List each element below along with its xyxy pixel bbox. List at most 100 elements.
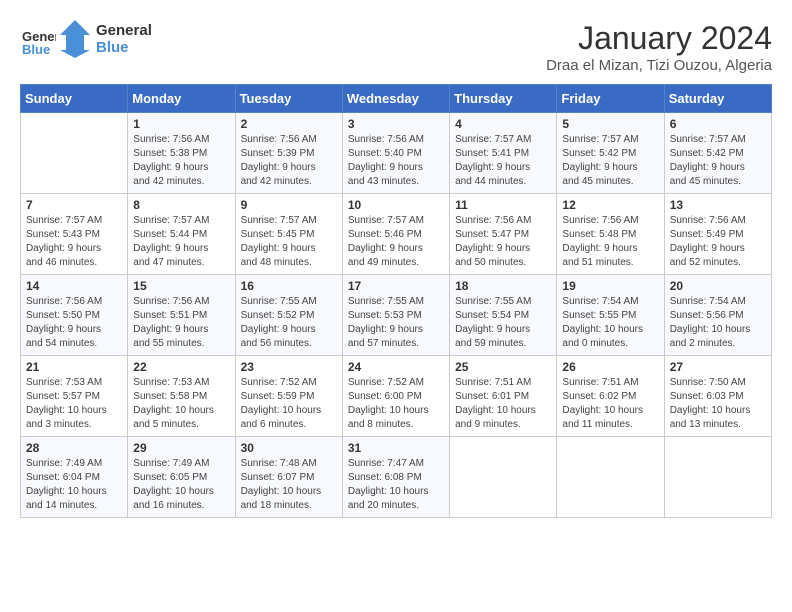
logo-bird-icon: [60, 20, 90, 58]
month-title: January 2024: [546, 20, 772, 57]
logo-text-line2: Blue: [96, 39, 152, 56]
calendar-cell: [664, 437, 771, 518]
calendar-cell: 9 Sunrise: 7:57 AM Sunset: 5:45 PM Daylig…: [235, 194, 342, 275]
calendar-cell: 5 Sunrise: 7:57 AM Sunset: 5:42 PM Daylig…: [557, 113, 664, 194]
day-info: Sunrise: 7:56 AM Sunset: 5:47 PM Dayligh…: [455, 214, 551, 270]
calendar-cell: 23 Sunrise: 7:52 AM Sunset: 5:59 PM Dayli…: [235, 356, 342, 437]
day-info: Sunrise: 7:56 AM Sunset: 5:49 PM Dayligh…: [670, 214, 766, 270]
day-number: 26: [562, 360, 658, 374]
column-header-saturday: Saturday: [664, 85, 771, 113]
calendar-cell: 30 Sunrise: 7:48 AM Sunset: 6:07 PM Dayli…: [235, 437, 342, 518]
day-info: Sunrise: 7:54 AM Sunset: 5:55 PM Dayligh…: [562, 295, 658, 351]
column-header-tuesday: Tuesday: [235, 85, 342, 113]
column-header-friday: Friday: [557, 85, 664, 113]
day-number: 5: [562, 117, 658, 131]
day-number: 29: [133, 441, 229, 455]
day-info: Sunrise: 7:48 AM Sunset: 6:07 PM Dayligh…: [241, 457, 337, 513]
day-info: Sunrise: 7:56 AM Sunset: 5:50 PM Dayligh…: [26, 295, 122, 351]
day-number: 17: [348, 279, 444, 293]
calendar-cell: 31Sunrise: 7:47 AM Sunset: 6:08 PM Dayli…: [342, 437, 449, 518]
day-number: 7: [26, 198, 122, 212]
location-subtitle: Draa el Mizan, Tizi Ouzou, Algeria: [546, 57, 772, 74]
logo-text-line1: General: [96, 22, 152, 39]
calendar-cell: 11 Sunrise: 7:56 AM Sunset: 5:47 PM Dayli…: [450, 194, 557, 275]
day-number: 9: [241, 198, 337, 212]
calendar-cell: 21Sunrise: 7:53 AM Sunset: 5:57 PM Dayli…: [21, 356, 128, 437]
day-info: Sunrise: 7:56 AM Sunset: 5:48 PM Dayligh…: [562, 214, 658, 270]
calendar-cell: 14Sunrise: 7:56 AM Sunset: 5:50 PM Dayli…: [21, 275, 128, 356]
day-info: Sunrise: 7:56 AM Sunset: 5:38 PM Dayligh…: [133, 133, 229, 189]
calendar-cell: 15Sunrise: 7:56 AM Sunset: 5:51 PM Dayli…: [128, 275, 235, 356]
column-header-wednesday: Wednesday: [342, 85, 449, 113]
calendar-table: SundayMondayTuesdayWednesdayThursdayFrid…: [20, 84, 772, 518]
column-header-sunday: Sunday: [21, 85, 128, 113]
day-info: Sunrise: 7:56 AM Sunset: 5:40 PM Dayligh…: [348, 133, 444, 189]
calendar-week-2: 7Sunrise: 7:57 AM Sunset: 5:43 PM Daylig…: [21, 194, 772, 275]
day-info: Sunrise: 7:57 AM Sunset: 5:42 PM Dayligh…: [562, 133, 658, 189]
day-info: Sunrise: 7:52 AM Sunset: 5:59 PM Dayligh…: [241, 376, 337, 432]
day-info: Sunrise: 7:51 AM Sunset: 6:01 PM Dayligh…: [455, 376, 551, 432]
day-number: 25: [455, 360, 551, 374]
day-number: 10: [348, 198, 444, 212]
calendar-cell: 8 Sunrise: 7:57 AM Sunset: 5:44 PM Daylig…: [128, 194, 235, 275]
calendar-cell: 25 Sunrise: 7:51 AM Sunset: 6:01 PM Dayli…: [450, 356, 557, 437]
calendar-cell: 6 Sunrise: 7:57 AM Sunset: 5:42 PM Daylig…: [664, 113, 771, 194]
day-info: Sunrise: 7:57 AM Sunset: 5:42 PM Dayligh…: [670, 133, 766, 189]
day-number: 8: [133, 198, 229, 212]
day-number: 19: [562, 279, 658, 293]
day-number: 2: [241, 117, 337, 131]
day-info: Sunrise: 7:50 AM Sunset: 6:03 PM Dayligh…: [670, 376, 766, 432]
calendar-week-4: 21Sunrise: 7:53 AM Sunset: 5:57 PM Dayli…: [21, 356, 772, 437]
page-header: General Blue General Blue January 2024 D…: [20, 20, 772, 74]
day-info: Sunrise: 7:55 AM Sunset: 5:52 PM Dayligh…: [241, 295, 337, 351]
day-info: Sunrise: 7:55 AM Sunset: 5:54 PM Dayligh…: [455, 295, 551, 351]
day-info: Sunrise: 7:57 AM Sunset: 5:41 PM Dayligh…: [455, 133, 551, 189]
day-number: 27: [670, 360, 766, 374]
calendar-cell: 28 Sunrise: 7:49 AM Sunset: 6:04 PM Dayli…: [21, 437, 128, 518]
calendar-body: 1 Sunrise: 7:56 AM Sunset: 5:38 PM Daylig…: [21, 113, 772, 518]
calendar-cell: 17 Sunrise: 7:55 AM Sunset: 5:53 PM Dayli…: [342, 275, 449, 356]
column-header-thursday: Thursday: [450, 85, 557, 113]
column-header-monday: Monday: [128, 85, 235, 113]
day-info: Sunrise: 7:49 AM Sunset: 6:05 PM Dayligh…: [133, 457, 229, 513]
calendar-cell: 2Sunrise: 7:56 AM Sunset: 5:39 PM Daylig…: [235, 113, 342, 194]
day-number: 31: [348, 441, 444, 455]
calendar-cell: 10 Sunrise: 7:57 AM Sunset: 5:46 PM Dayli…: [342, 194, 449, 275]
calendar-cell: [450, 437, 557, 518]
day-number: 20: [670, 279, 766, 293]
calendar-cell: 22 Sunrise: 7:53 AM Sunset: 5:58 PM Dayli…: [128, 356, 235, 437]
day-info: Sunrise: 7:51 AM Sunset: 6:02 PM Dayligh…: [562, 376, 658, 432]
day-number: 1: [133, 117, 229, 131]
day-info: Sunrise: 7:55 AM Sunset: 5:53 PM Dayligh…: [348, 295, 444, 351]
day-info: Sunrise: 7:49 AM Sunset: 6:04 PM Dayligh…: [26, 457, 122, 513]
day-number: 13: [670, 198, 766, 212]
day-number: 3: [348, 117, 444, 131]
day-info: Sunrise: 7:53 AM Sunset: 5:58 PM Dayligh…: [133, 376, 229, 432]
calendar-cell: 12 Sunrise: 7:56 AM Sunset: 5:48 PM Dayli…: [557, 194, 664, 275]
calendar-header: SundayMondayTuesdayWednesdayThursdayFrid…: [21, 85, 772, 113]
calendar-cell: 13 Sunrise: 7:56 AM Sunset: 5:49 PM Dayli…: [664, 194, 771, 275]
calendar-week-1: 1 Sunrise: 7:56 AM Sunset: 5:38 PM Daylig…: [21, 113, 772, 194]
day-number: 6: [670, 117, 766, 131]
calendar-cell: 18 Sunrise: 7:55 AM Sunset: 5:54 PM Dayli…: [450, 275, 557, 356]
day-number: 18: [455, 279, 551, 293]
day-info: Sunrise: 7:57 AM Sunset: 5:46 PM Dayligh…: [348, 214, 444, 270]
day-info: Sunrise: 7:56 AM Sunset: 5:51 PM Dayligh…: [133, 295, 229, 351]
day-info: Sunrise: 7:52 AM Sunset: 6:00 PM Dayligh…: [348, 376, 444, 432]
logo-icon: General Blue: [20, 21, 56, 57]
svg-text:Blue: Blue: [22, 42, 50, 57]
calendar-cell: 27 Sunrise: 7:50 AM Sunset: 6:03 PM Dayli…: [664, 356, 771, 437]
day-number: 30: [241, 441, 337, 455]
day-info: Sunrise: 7:57 AM Sunset: 5:44 PM Dayligh…: [133, 214, 229, 270]
calendar-cell: [21, 113, 128, 194]
day-info: Sunrise: 7:53 AM Sunset: 5:57 PM Dayligh…: [26, 376, 122, 432]
day-number: 16: [241, 279, 337, 293]
day-number: 28: [26, 441, 122, 455]
title-block: January 2024 Draa el Mizan, Tizi Ouzou, …: [546, 20, 772, 74]
day-number: 22: [133, 360, 229, 374]
day-number: 11: [455, 198, 551, 212]
day-info: Sunrise: 7:57 AM Sunset: 5:45 PM Dayligh…: [241, 214, 337, 270]
day-number: 23: [241, 360, 337, 374]
day-number: 12: [562, 198, 658, 212]
calendar-cell: 26 Sunrise: 7:51 AM Sunset: 6:02 PM Dayli…: [557, 356, 664, 437]
